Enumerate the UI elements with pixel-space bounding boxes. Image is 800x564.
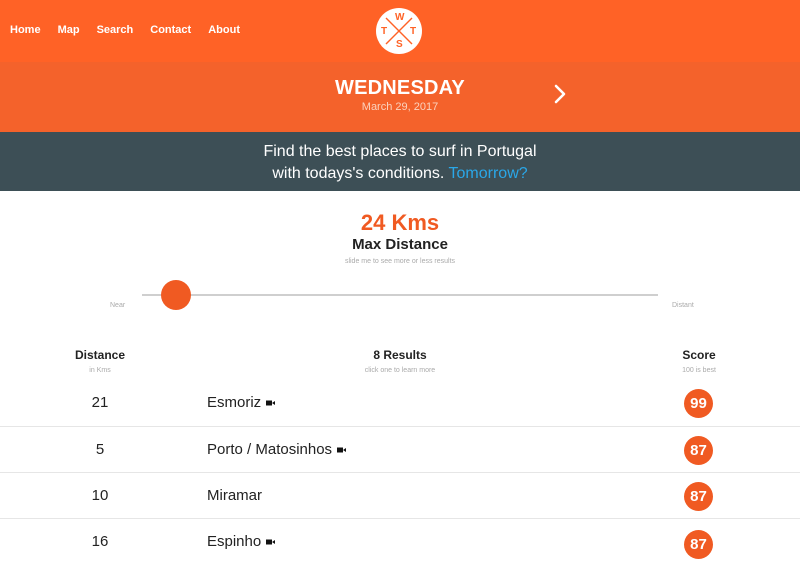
nav-search[interactable]: Search	[97, 24, 134, 36]
nav-contact[interactable]: Contact	[150, 24, 191, 36]
day-header: WEDNESDAY March 29, 2017	[0, 62, 800, 132]
main-nav: Home Map Search Contact About	[10, 24, 257, 36]
distance-slider-handle[interactable]	[161, 280, 191, 310]
tagline-banner: Find the best places to surf in Portugal…	[0, 132, 800, 191]
day-name: WEDNESDAY	[335, 77, 465, 99]
row-name: Esmoriz	[207, 394, 276, 411]
video-camera-icon	[266, 539, 276, 545]
table-row[interactable]: 21 Esmoriz 99	[0, 380, 800, 426]
nav-home[interactable]: Home	[10, 24, 41, 36]
row-distance: 10	[91, 487, 109, 504]
row-distance: 21	[91, 394, 109, 411]
logo-letter-right: T	[410, 26, 417, 37]
slider-near-label: Near	[110, 302, 126, 309]
day-date: March 29, 2017	[361, 101, 439, 113]
distance-slider-track[interactable]	[142, 294, 658, 296]
tagline-line2-text: with todays's conditions.	[272, 165, 445, 182]
spot-name: Miramar	[207, 487, 262, 504]
score-badge: 87	[684, 436, 713, 465]
col-results-sub: click one to learn more	[364, 367, 436, 374]
score-badge: 87	[684, 530, 713, 559]
distance-value: 24 Kms	[360, 210, 440, 235]
wtst-logo[interactable]: W T S T	[376, 8, 422, 54]
top-nav-bar: Home Map Search Contact About W T S T	[0, 0, 800, 62]
tomorrow-link[interactable]: Tomorrow?	[449, 165, 528, 182]
tagline-line1: Find the best places to surf in Portugal	[263, 143, 537, 160]
score-badge: 87	[684, 482, 713, 511]
table-row[interactable]: 10 Miramar 87	[0, 472, 800, 518]
col-score-sub: 100 is best	[682, 367, 716, 374]
col-results-header: 8 Results	[373, 348, 427, 362]
chevron-right-icon[interactable]	[548, 82, 572, 106]
nav-about[interactable]: About	[208, 24, 240, 36]
video-camera-icon	[266, 400, 276, 406]
slider-distant-label: Distant	[672, 302, 694, 309]
col-score-header: Score	[682, 348, 716, 362]
tagline-line2: with todays's conditions. Tomorrow?	[0, 165, 800, 183]
nav-map[interactable]: Map	[58, 24, 80, 36]
logo-letter-left: T	[381, 26, 388, 37]
row-distance: 16	[91, 533, 109, 550]
col-distance-sub: in Kms	[89, 367, 111, 374]
logo-letter-bottom: S	[396, 39, 403, 50]
row-name: Porto / Matosinhos	[207, 441, 347, 458]
spot-name: Porto / Matosinhos	[207, 441, 333, 458]
spot-name: Espinho	[207, 533, 262, 550]
slider-hint: slide me to see more or less results	[344, 258, 456, 265]
table-row[interactable]: 16 Espinho 87	[0, 518, 800, 564]
row-name: Miramar	[207, 487, 262, 504]
logo-letter-top: W	[395, 12, 405, 23]
row-name: Espinho	[207, 533, 276, 550]
score-badge: 99	[684, 389, 713, 418]
row-distance: 5	[95, 441, 105, 458]
distance-label: Max Distance	[352, 236, 448, 253]
video-camera-icon	[337, 447, 347, 453]
table-row[interactable]: 5 Porto / Matosinhos 87	[0, 426, 800, 472]
spot-name: Esmoriz	[207, 394, 262, 411]
col-distance-header: Distance	[74, 348, 126, 362]
